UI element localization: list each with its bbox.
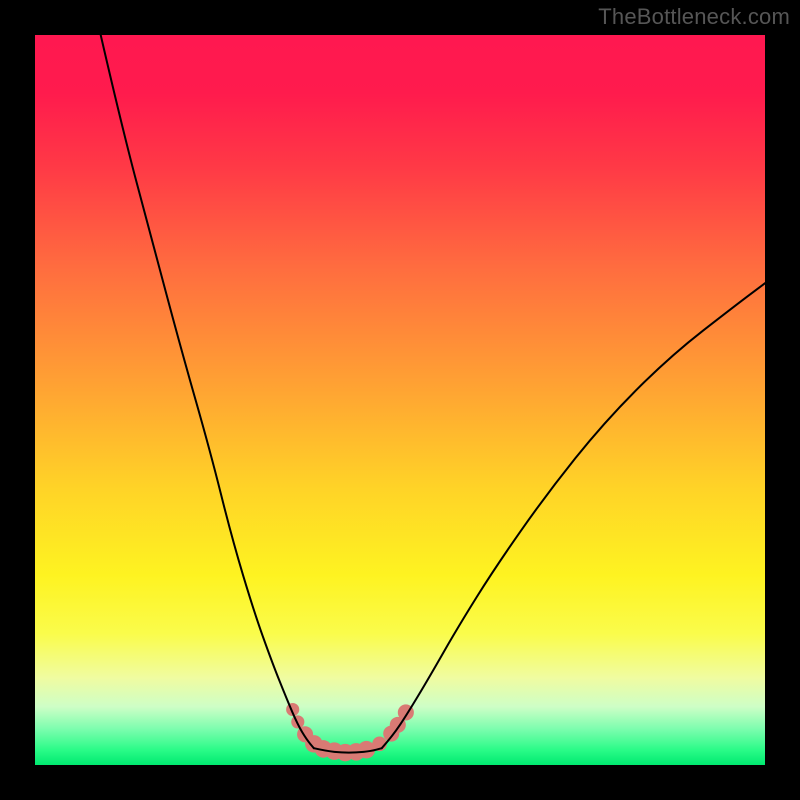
watermark-text: TheBottleneck.com xyxy=(598,4,790,30)
plot-area xyxy=(35,35,765,765)
curve-layer xyxy=(101,35,765,753)
chart-frame: TheBottleneck.com xyxy=(0,0,800,800)
curve-left-branch xyxy=(101,35,314,748)
curve-right-branch xyxy=(382,283,765,748)
chart-svg xyxy=(35,35,765,765)
